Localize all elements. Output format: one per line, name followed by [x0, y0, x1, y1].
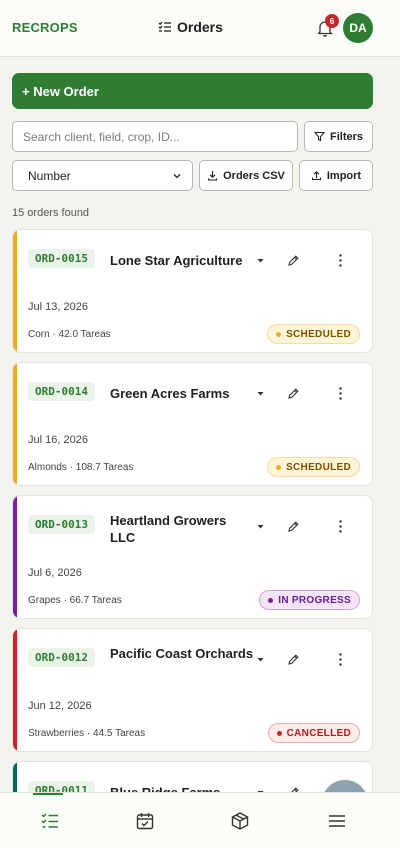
order-id-chip[interactable]: ORD-0013: [28, 515, 95, 534]
orders-csv-button[interactable]: Orders CSV: [199, 160, 293, 191]
order-card[interactable]: ORD-0015 Lone Star Agriculture Jul 13, 202…: [12, 229, 373, 353]
sort-select[interactable]: Number: [12, 160, 193, 191]
client-name: Lone Star Agriculture: [110, 253, 243, 268]
status-badge: SCHEDULED: [267, 457, 360, 477]
more-options-icon[interactable]: [339, 387, 342, 400]
orders-count: 15 orders found: [12, 207, 90, 219]
status-dot: [276, 464, 282, 470]
caret-down-icon[interactable]: [256, 256, 265, 265]
crop-area: Grapes · 66.7 Tareas: [28, 595, 122, 606]
order-date: Jun 12, 2026: [28, 700, 92, 712]
caret-down-icon[interactable]: [256, 522, 265, 531]
top-app-bar: RECROPS Orders 6 DA: [0, 0, 400, 57]
status-label: SCHEDULED: [286, 328, 351, 340]
status-dot: [276, 331, 282, 337]
order-card[interactable]: ORD-0013 Heartland Growers LLC Jul 6, 2026…: [12, 495, 373, 619]
edit-pencil-icon[interactable]: [287, 520, 300, 533]
crop-area: Strawberries · 44.5 Tareas: [28, 728, 146, 739]
status-stripe: [13, 496, 17, 618]
client-name: Green Acres Farms: [110, 386, 230, 401]
more-options-icon[interactable]: [339, 254, 342, 267]
order-id-chip[interactable]: ORD-0014: [28, 382, 95, 401]
import-label: Import: [326, 169, 362, 182]
search-input[interactable]: [12, 121, 298, 152]
download-icon: [208, 171, 218, 181]
filter-funnel-icon: [313, 131, 325, 142]
calendar-check-icon: [136, 813, 154, 830]
edit-pencil-icon[interactable]: [287, 254, 300, 267]
status-dot: [276, 730, 282, 736]
status-stripe: [13, 363, 17, 485]
order-date: Jul 16, 2026: [28, 434, 88, 446]
nav-orders[interactable]: [0, 793, 100, 848]
new-order-button[interactable]: + New Order: [12, 73, 373, 109]
crop-area: Corn · 42.0 Tareas: [28, 329, 111, 340]
checklist-icon: [158, 21, 171, 32]
order-date: Jul 13, 2026: [28, 301, 88, 313]
order-date: Jul 6, 2026: [28, 567, 82, 579]
edit-pencil-icon[interactable]: [287, 653, 300, 666]
filters-label: Filters: [329, 130, 363, 143]
filters-button[interactable]: Filters: [304, 121, 373, 152]
page-title: Orders: [177, 19, 223, 35]
order-id-chip[interactable]: ORD-0012: [28, 648, 95, 667]
status-badge: CANCELLED: [267, 723, 360, 743]
notification-badge: 6: [325, 14, 339, 28]
more-options-icon[interactable]: [339, 653, 342, 666]
sort-select-value: Number: [28, 168, 71, 183]
nav-inventory[interactable]: [190, 793, 290, 848]
upload-icon: [311, 171, 321, 181]
status-label: CANCELLED: [286, 727, 351, 739]
more-options-icon[interactable]: [339, 520, 342, 533]
caret-down-icon[interactable]: [256, 655, 265, 664]
orders-csv-label: Orders CSV: [223, 169, 285, 182]
order-id-chip[interactable]: ORD-0015: [28, 249, 95, 268]
import-button[interactable]: Import: [299, 160, 373, 191]
orders-list-icon: [41, 813, 58, 828]
menu-icon: [329, 815, 345, 827]
package-icon: [231, 812, 249, 830]
user-avatar[interactable]: DA: [343, 13, 373, 43]
brand-logo[interactable]: RECROPS: [12, 20, 78, 35]
status-stripe: [13, 629, 17, 751]
status-badge: SCHEDULED: [267, 324, 360, 344]
chevron-down-icon: [173, 173, 181, 178]
caret-down-icon[interactable]: [256, 389, 265, 398]
client-name: Heartland Growers LLC: [110, 513, 227, 545]
edit-pencil-icon[interactable]: [287, 387, 300, 400]
order-card[interactable]: ORD-0012 Pacific Coast Orchards Jun 12, 20…: [12, 628, 373, 752]
order-card[interactable]: ORD-0014 Green Acres Farms Jul 16, 2026 Alm…: [12, 362, 373, 486]
status-label: IN PROGRESS: [278, 594, 351, 606]
status-label: SCHEDULED: [286, 461, 351, 473]
status-badge: IN PROGRESS: [259, 590, 360, 610]
status-stripe: [13, 230, 17, 352]
page-title-group: Orders: [158, 19, 223, 35]
bottom-navigation: [0, 792, 400, 848]
client-name: Pacific Coast Orchards: [110, 646, 254, 661]
nav-calendar[interactable]: [95, 793, 195, 848]
nav-menu[interactable]: [287, 793, 387, 848]
status-dot: [268, 597, 274, 603]
crop-area: Almonds · 108.7 Tareas: [28, 462, 134, 473]
